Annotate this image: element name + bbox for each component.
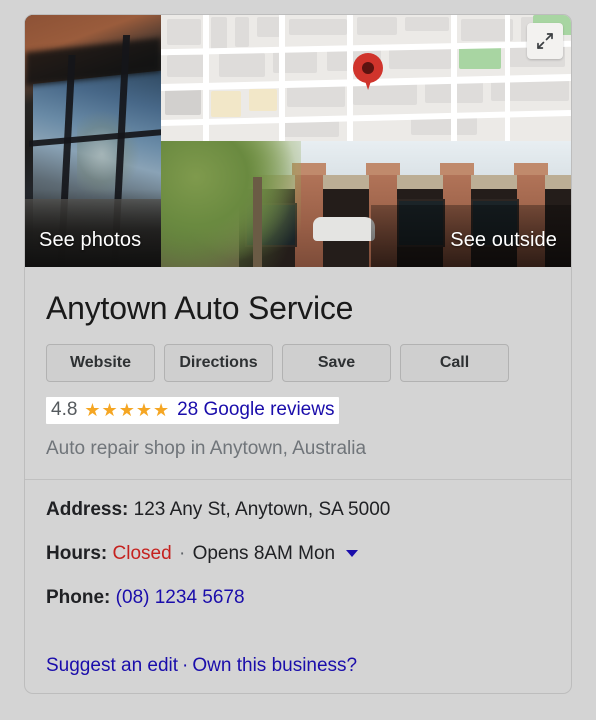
card-body: Anytown Auto Service Website Directions …	[25, 267, 571, 678]
map-block	[405, 17, 449, 31]
map-block	[289, 19, 347, 35]
map-block	[357, 17, 397, 35]
map-thumbnail[interactable]	[161, 15, 571, 141]
call-button[interactable]: Call	[400, 344, 509, 382]
action-button-row: Website Directions Save Call	[46, 344, 550, 382]
map-landuse	[211, 91, 241, 117]
google-reviews-link[interactable]: 28 Google reviews	[177, 399, 334, 421]
map-block	[353, 83, 417, 105]
hours-status: Closed	[112, 543, 172, 564]
directions-button[interactable]: Directions	[164, 344, 273, 382]
map-road	[279, 15, 285, 141]
map-block	[211, 17, 227, 51]
hours-separator: ·	[178, 543, 186, 564]
facts-list: Address: 123 Any St, Anytown, SA 5000 Ho…	[46, 480, 550, 609]
parked-car	[313, 217, 375, 241]
phone-row: Phone: (08) 1234 5678	[46, 586, 550, 609]
footer-links: Suggest an edit · Own this business?	[46, 630, 550, 678]
address-label: Address:	[46, 499, 129, 520]
map-road	[451, 15, 457, 141]
pillar-cap	[366, 163, 400, 175]
map-block	[219, 53, 265, 77]
media-right-column: See outside	[161, 15, 571, 267]
business-category: Auto repair shop in Anytown, Australia	[46, 438, 367, 459]
media-strip: See photos See outside	[25, 15, 571, 267]
business-title: Anytown Auto Service	[46, 290, 354, 326]
star-rating-icon: ★★★★★	[84, 400, 171, 420]
address-value: 123 Any St, Anytown, SA 5000	[133, 499, 391, 520]
map-block	[235, 17, 249, 47]
photo-foreground	[25, 199, 161, 267]
address-row: Address: 123 Any St, Anytown, SA 5000	[46, 498, 550, 521]
phone-number-link[interactable]: (08) 1234 5678	[116, 587, 245, 608]
pillar-cap	[514, 163, 548, 175]
website-button[interactable]: Website	[46, 344, 155, 382]
see-photos-tile[interactable]: See photos	[25, 15, 161, 267]
own-this-business-link[interactable]: Own this business?	[192, 655, 357, 676]
save-button[interactable]: Save	[282, 344, 391, 382]
map-pin-icon	[353, 53, 384, 90]
reflected-tree	[77, 111, 139, 197]
map-block	[287, 85, 345, 107]
rating-score: 4.8	[51, 399, 78, 420]
expand-arrows-icon	[537, 33, 553, 49]
expand-map-button[interactable]	[527, 23, 563, 59]
see-outside-tile[interactable]: See outside	[161, 141, 571, 267]
map-block	[167, 19, 201, 45]
suggest-an-edit-link[interactable]: Suggest an edit	[46, 655, 178, 676]
hours-row: Hours: Closed · Opens 8AM Mon	[46, 542, 550, 565]
pillar-cap	[440, 163, 474, 175]
map-block	[165, 89, 201, 115]
map-road	[203, 15, 209, 141]
business-knowledge-card: See photos See outside Anytown Auto Serv…	[24, 14, 572, 694]
hours-next-open: Opens 8AM Mon	[192, 543, 336, 564]
map-landuse	[249, 89, 277, 111]
hours-label: Hours:	[46, 543, 108, 564]
map-road	[505, 15, 510, 141]
phone-label: Phone:	[46, 587, 111, 608]
footer-separator: ·	[182, 655, 189, 676]
rating-row[interactable]: 4.8 ★★★★★ 28 Google reviews	[46, 397, 340, 424]
chevron-down-icon[interactable]	[346, 550, 359, 557]
